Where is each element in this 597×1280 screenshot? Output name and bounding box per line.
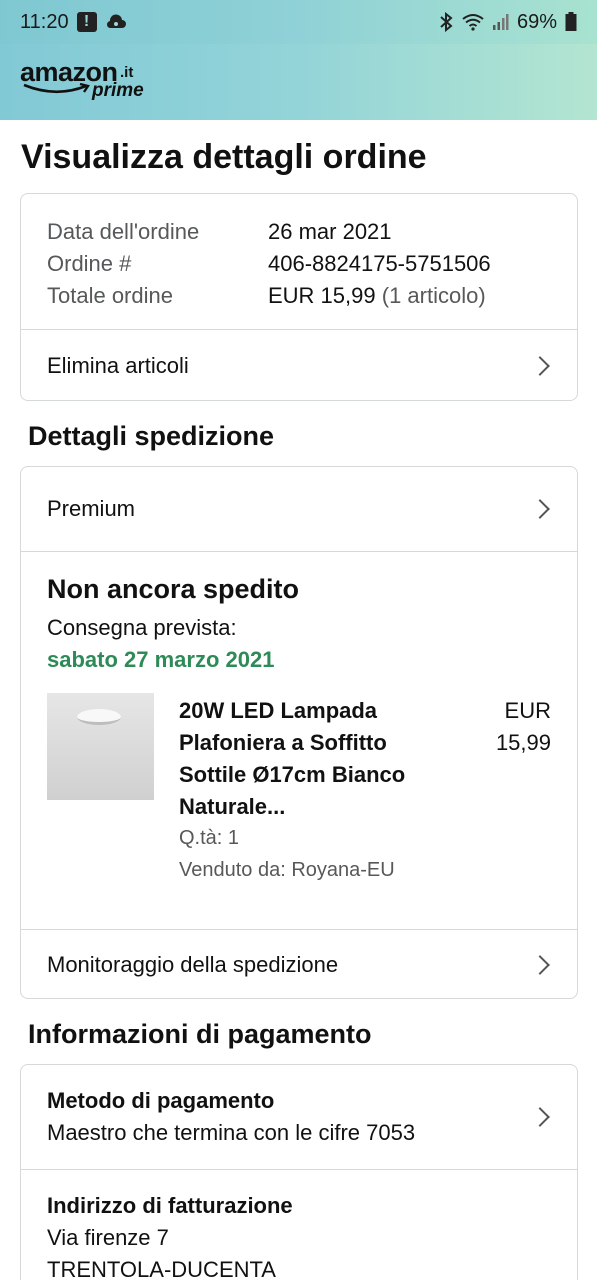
signal-icon xyxy=(492,13,509,31)
order-summary-info: Data dell'ordine 26 mar 2021 Ordine # 40… xyxy=(21,194,577,329)
chevron-right-icon xyxy=(530,954,550,975)
status-time: 11:20 xyxy=(20,10,69,33)
page-title: Visualizza dettagli ordine xyxy=(21,138,427,176)
battery-icon xyxy=(565,12,577,32)
amazon-prime-logo[interactable]: amazon .it prime xyxy=(20,58,150,108)
logo-tld: .it xyxy=(120,64,134,81)
payment-method-label: Metodo di pagamento xyxy=(47,1088,275,1113)
logo-prime: prime xyxy=(92,80,144,101)
product-quantity: Q.tà: 1 xyxy=(179,827,240,849)
payment-section-title: Informazioni di pagamento xyxy=(28,1019,372,1049)
battery-percent: 69% xyxy=(516,10,557,33)
order-date-label: Data dell'ordine xyxy=(47,219,200,244)
order-summary-card: Data dell'ordine 26 mar 2021 Ordine # 40… xyxy=(20,193,578,401)
order-date-row: Data dell'ordine 26 mar 2021 xyxy=(47,216,551,248)
payment-card: Metodo di pagamento Maestro che termina … xyxy=(20,1064,578,1280)
chevron-right-icon xyxy=(530,499,550,519)
product-image[interactable] xyxy=(47,693,154,800)
product-price: EUR 15,99 xyxy=(461,695,551,759)
chevron-right-icon xyxy=(530,355,550,376)
billing-address-line1: Via firenze 7 xyxy=(47,1225,169,1250)
order-item[interactable]: 20W LED Lampada Plafoniera a Soffitto So… xyxy=(21,673,577,905)
shipping-method-label: Premium xyxy=(47,496,136,521)
delivery-label: Consegna prevista: xyxy=(47,615,237,640)
shipment-status: Non ancora spedito Consegna prevista: sa… xyxy=(21,552,577,673)
order-number-label: Ordine # xyxy=(47,251,132,276)
payment-method-text: Metodo di pagamento Maestro che termina … xyxy=(47,1085,415,1149)
wifi-icon xyxy=(461,13,485,31)
cloud-icon xyxy=(105,14,127,30)
order-number-value: 406-8824175-5751506 xyxy=(268,251,491,276)
product-seller: Venduto da: Royana-EU xyxy=(179,859,395,881)
shipping-section-title: Dettagli spedizione xyxy=(28,421,275,451)
chevron-right-icon xyxy=(530,1107,550,1127)
shipment-block: Non ancora spedito Consegna prevista: sa… xyxy=(21,551,577,929)
bluetooth-icon xyxy=(439,12,453,32)
delete-items-label: Elimina articoli xyxy=(47,352,189,378)
order-total-items: (1 articolo) xyxy=(381,283,486,308)
order-total-value: EUR 15,99 (1 articolo) xyxy=(268,280,486,312)
delete-items-row[interactable]: Elimina articoli xyxy=(21,329,577,400)
delivery-date: sabato 27 marzo 2021 xyxy=(47,647,275,672)
product-title[interactable]: 20W LED Lampada Plafoniera a Soffitto So… xyxy=(179,695,429,823)
shipping-card: Premium Non ancora spedito Consegna prev… xyxy=(20,466,578,999)
price-currency: EUR xyxy=(504,698,551,723)
alert-icon: ! xyxy=(76,12,97,32)
shipment-status-title: Non ancora spedito xyxy=(47,574,300,604)
shipping-method-row[interactable]: Premium xyxy=(21,467,577,551)
billing-address-row: Indirizzo di fatturazione Via firenze 7 … xyxy=(21,1169,577,1280)
order-date-value: 26 mar 2021 xyxy=(268,219,392,244)
billing-address-line2: TRENTOLA-DUCENTA xyxy=(47,1257,276,1280)
price-value: 15,99 xyxy=(495,730,551,755)
billing-address-label: Indirizzo di fatturazione xyxy=(47,1193,293,1218)
order-total-row: Totale ordine EUR 15,99 (1 articolo) xyxy=(47,280,551,312)
payment-method-row[interactable]: Metodo di pagamento Maestro che termina … xyxy=(21,1065,577,1169)
order-total-amount: EUR 15,99 xyxy=(268,283,376,308)
lamp-icon xyxy=(77,709,121,725)
payment-method-value: Maestro che termina con le cifre 7053 xyxy=(47,1120,416,1145)
order-total-label: Totale ordine xyxy=(47,283,173,308)
tracking-row[interactable]: Monitoraggio della spedizione xyxy=(21,929,577,998)
status-bar: 11:20 ! 69% xyxy=(0,0,597,44)
tracking-label: Monitoraggio della spedizione xyxy=(47,951,339,977)
order-number-row: Ordine # 406-8824175-5751506 xyxy=(47,248,551,280)
app-header: amazon .it prime xyxy=(0,44,597,120)
smile-icon xyxy=(23,82,90,94)
